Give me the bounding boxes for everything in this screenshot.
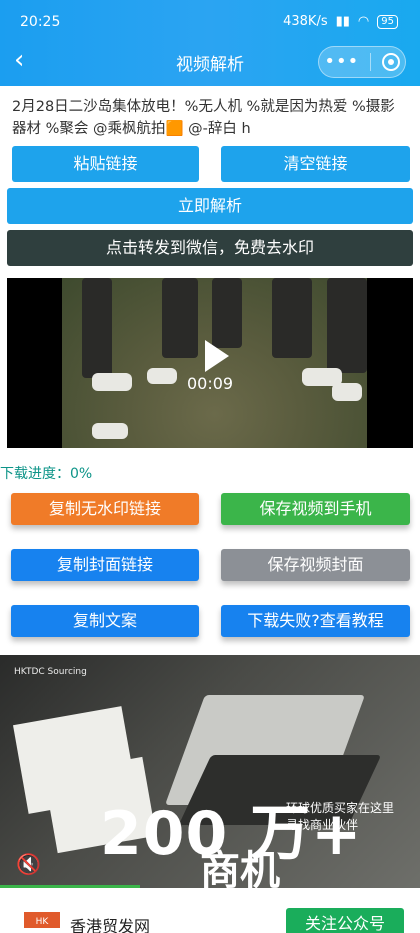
copy-nowatermark-button[interactable]: 复制无水印链接	[11, 493, 199, 525]
ad-footer: HK 香港贸发网 关注公众号	[0, 888, 420, 933]
signal-icon: ▮▮	[335, 14, 350, 29]
shoe	[147, 368, 177, 384]
leg	[82, 278, 112, 378]
save-video-button[interactable]: 保存视频到手机	[221, 493, 410, 525]
video-time: 00:09	[187, 374, 234, 393]
more-dots-icon[interactable]: •••	[324, 53, 359, 71]
play-icon[interactable]	[205, 340, 229, 372]
leg	[327, 278, 367, 373]
hktdc-logo-icon: HK	[24, 912, 60, 928]
status-bar: 20:25 438K/s ▮▮ ◠ 95	[0, 0, 420, 36]
ad-banner[interactable]: HKTDC Sourcing 200 万+ 环球优质买家在这里 寻找商业伙伴 商…	[0, 655, 420, 888]
header: 20:25 438K/s ▮▮ ◠ 95 ‹ 视频解析 •••	[0, 0, 420, 86]
ad-subtext-line1: 环球优质买家在这里	[286, 801, 395, 815]
wifi-icon: ◠	[357, 14, 370, 29]
copy-text-button[interactable]: 复制文案	[11, 605, 199, 637]
follow-button[interactable]: 关注公众号	[286, 908, 404, 933]
tutorial-button[interactable]: 下载失败?查看教程	[221, 605, 410, 637]
copy-cover-button[interactable]: 复制封面链接	[11, 549, 199, 581]
shoe	[332, 383, 362, 401]
mini-program-capsule: •••	[318, 46, 406, 78]
advertiser-name: 香港贸发网	[70, 917, 151, 933]
download-progress: 下载进度：0%	[0, 466, 93, 482]
mute-icon[interactable]: 🔇	[16, 852, 41, 876]
target-icon[interactable]	[381, 53, 400, 71]
link-input[interactable]: 2月28日二沙岛集体放电！%无人机 %就是因为热爱 %摄影器材 %聚会 @乘枫航…	[12, 96, 408, 140]
clear-link-button[interactable]: 清空链接	[221, 146, 410, 182]
save-cover-button[interactable]: 保存视频封面	[221, 549, 410, 581]
nav-bar: ‹ 视频解析 •••	[0, 44, 420, 80]
share-wechat-button[interactable]: 点击转发到微信，免费去水印	[7, 230, 413, 266]
battery-icon: 95	[377, 14, 398, 29]
shoe	[92, 373, 132, 391]
status-time: 20:25	[20, 14, 61, 30]
ad-logo: HKTDC Sourcing	[14, 667, 87, 677]
leg	[162, 278, 198, 358]
shoe	[92, 423, 128, 439]
status-right: 438K/s ▮▮ ◠ 95	[283, 14, 398, 29]
network-speed: 438K/s	[283, 14, 328, 29]
ad-subtext: 环球优质买家在这里 寻找商业伙伴	[286, 800, 394, 834]
leg	[212, 278, 242, 348]
capsule-divider	[369, 53, 371, 71]
svg-text:HK: HK	[36, 917, 50, 927]
paste-link-button[interactable]: 粘贴链接	[12, 146, 199, 182]
leg	[272, 278, 312, 358]
parse-button[interactable]: 立即解析	[7, 188, 413, 224]
video-player[interactable]: 00:09	[7, 278, 413, 448]
ad-subtext-line2: 寻找商业伙伴	[286, 818, 359, 832]
ad-headline-2: 商机	[200, 848, 280, 888]
